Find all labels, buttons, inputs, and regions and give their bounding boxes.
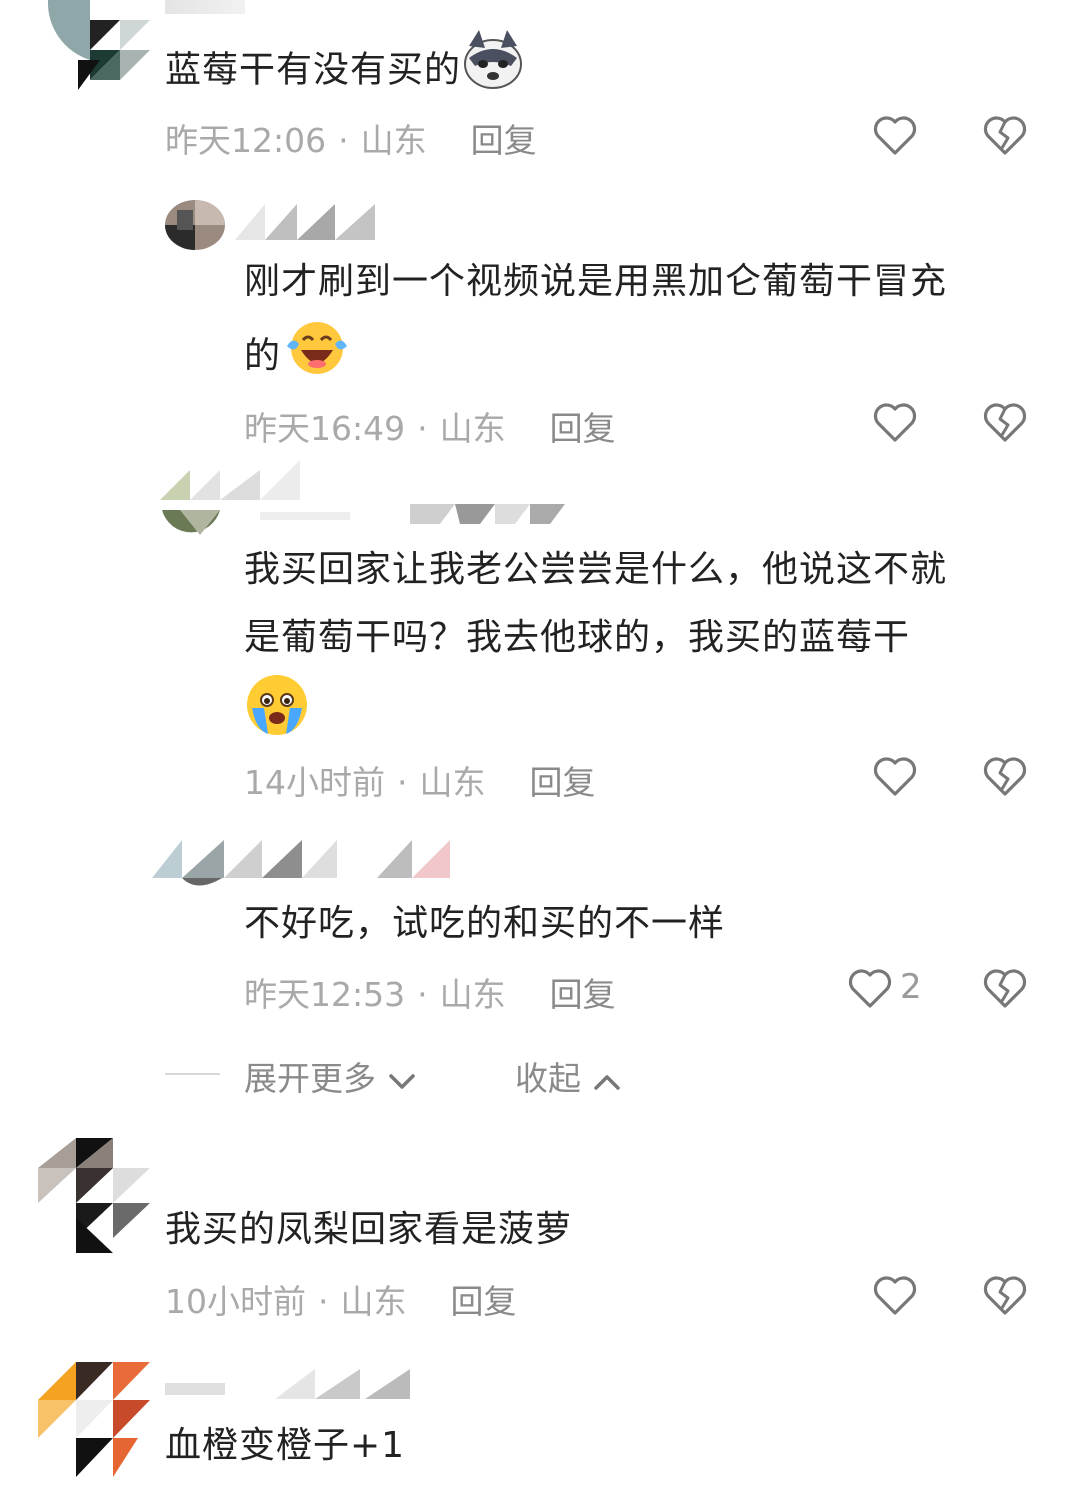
- avatar-4[interactable]: [152, 838, 452, 893]
- dislike-broken-heart-icon[interactable]: [980, 1270, 1030, 1320]
- comment-2-time: 昨天16:49: [244, 409, 406, 448]
- comment-4-reply-button[interactable]: 回复: [550, 975, 616, 1014]
- laugh-cry-emoji-icon: [281, 316, 353, 399]
- comment-5-location: 山东: [340, 1282, 407, 1321]
- crying-emoji-icon: [244, 672, 310, 761]
- like-heart-icon[interactable]: [870, 110, 920, 160]
- comment-1-location: 山东: [360, 121, 427, 160]
- avatar-5[interactable]: [38, 1138, 150, 1253]
- username-6-blurred: [165, 1365, 415, 1401]
- comment-1-reply-button[interactable]: 回复: [471, 121, 537, 160]
- comment-3-meta: 14小时前 · 山东 回复: [244, 763, 596, 802]
- avatar-6[interactable]: [38, 1362, 150, 1480]
- like-heart-icon[interactable]: [870, 751, 920, 801]
- comment-5-time: 10小时前: [165, 1282, 306, 1321]
- comment-1-time: 昨天12:06: [165, 121, 327, 160]
- husky-emoji-icon: [461, 28, 525, 115]
- dislike-broken-heart-icon[interactable]: [980, 751, 1030, 801]
- comment-5-meta: 10小时前 · 山东 回复: [165, 1282, 517, 1321]
- like-heart-icon[interactable]: [845, 963, 895, 1013]
- comment-2-text: 刚才刷到一个视频说是用黑加仑葡萄干冒充 的: [244, 248, 1044, 399]
- username-3-blurred: [260, 498, 570, 526]
- comment-3-text: 我买回家让我老公尝尝是什么，他说这不就 是葡萄干吗？我去他球的，我买的蓝莓干: [244, 536, 1044, 761]
- dislike-broken-heart-icon[interactable]: [980, 397, 1030, 447]
- like-heart-icon[interactable]: [870, 397, 920, 447]
- comment-1-text: 蓝莓干有没有买的: [165, 28, 525, 115]
- comment-1-meta: 昨天12:06 · 山东 回复: [165, 121, 537, 160]
- avatar-1[interactable]: [40, 0, 150, 90]
- comment-5-text: 我买的凤梨回家看是菠萝: [165, 1209, 573, 1250]
- comment-2-reply-button[interactable]: 回复: [550, 409, 616, 448]
- expand-more-button[interactable]: 展开更多: [244, 1052, 417, 1100]
- comment-2-location: 山东: [439, 409, 506, 448]
- dislike-broken-heart-icon[interactable]: [980, 110, 1030, 160]
- comment-4-time: 昨天12:53: [244, 975, 406, 1014]
- username-1-blurred: [165, 0, 245, 14]
- comment-5-reply-button[interactable]: 回复: [451, 1282, 517, 1321]
- thread-divider-line: [165, 1073, 220, 1075]
- collapse-button[interactable]: 收起: [515, 1052, 622, 1100]
- username-2-blurred: [235, 202, 385, 242]
- comment-6-text: 血橙变橙子+1: [165, 1425, 406, 1466]
- chevron-up-icon: [592, 1061, 622, 1100]
- comment-3-location: 山东: [419, 763, 486, 802]
- comment-3-reply-button[interactable]: 回复: [530, 763, 596, 802]
- comment-2-meta: 昨天16:49 · 山东 回复: [244, 409, 616, 448]
- dislike-broken-heart-icon[interactable]: [980, 963, 1030, 1013]
- comment-4-location: 山东: [439, 975, 506, 1014]
- chevron-down-icon: [387, 1061, 417, 1100]
- avatar-2[interactable]: [165, 200, 225, 250]
- like-count: 2: [900, 967, 922, 1007]
- like-heart-icon[interactable]: [870, 1270, 920, 1320]
- comment-4-text: 不好吃，试吃的和买的不一样: [244, 903, 726, 944]
- comment-4-meta: 昨天12:53 · 山东 回复: [244, 975, 616, 1014]
- comment-3-time: 14小时前: [244, 763, 385, 802]
